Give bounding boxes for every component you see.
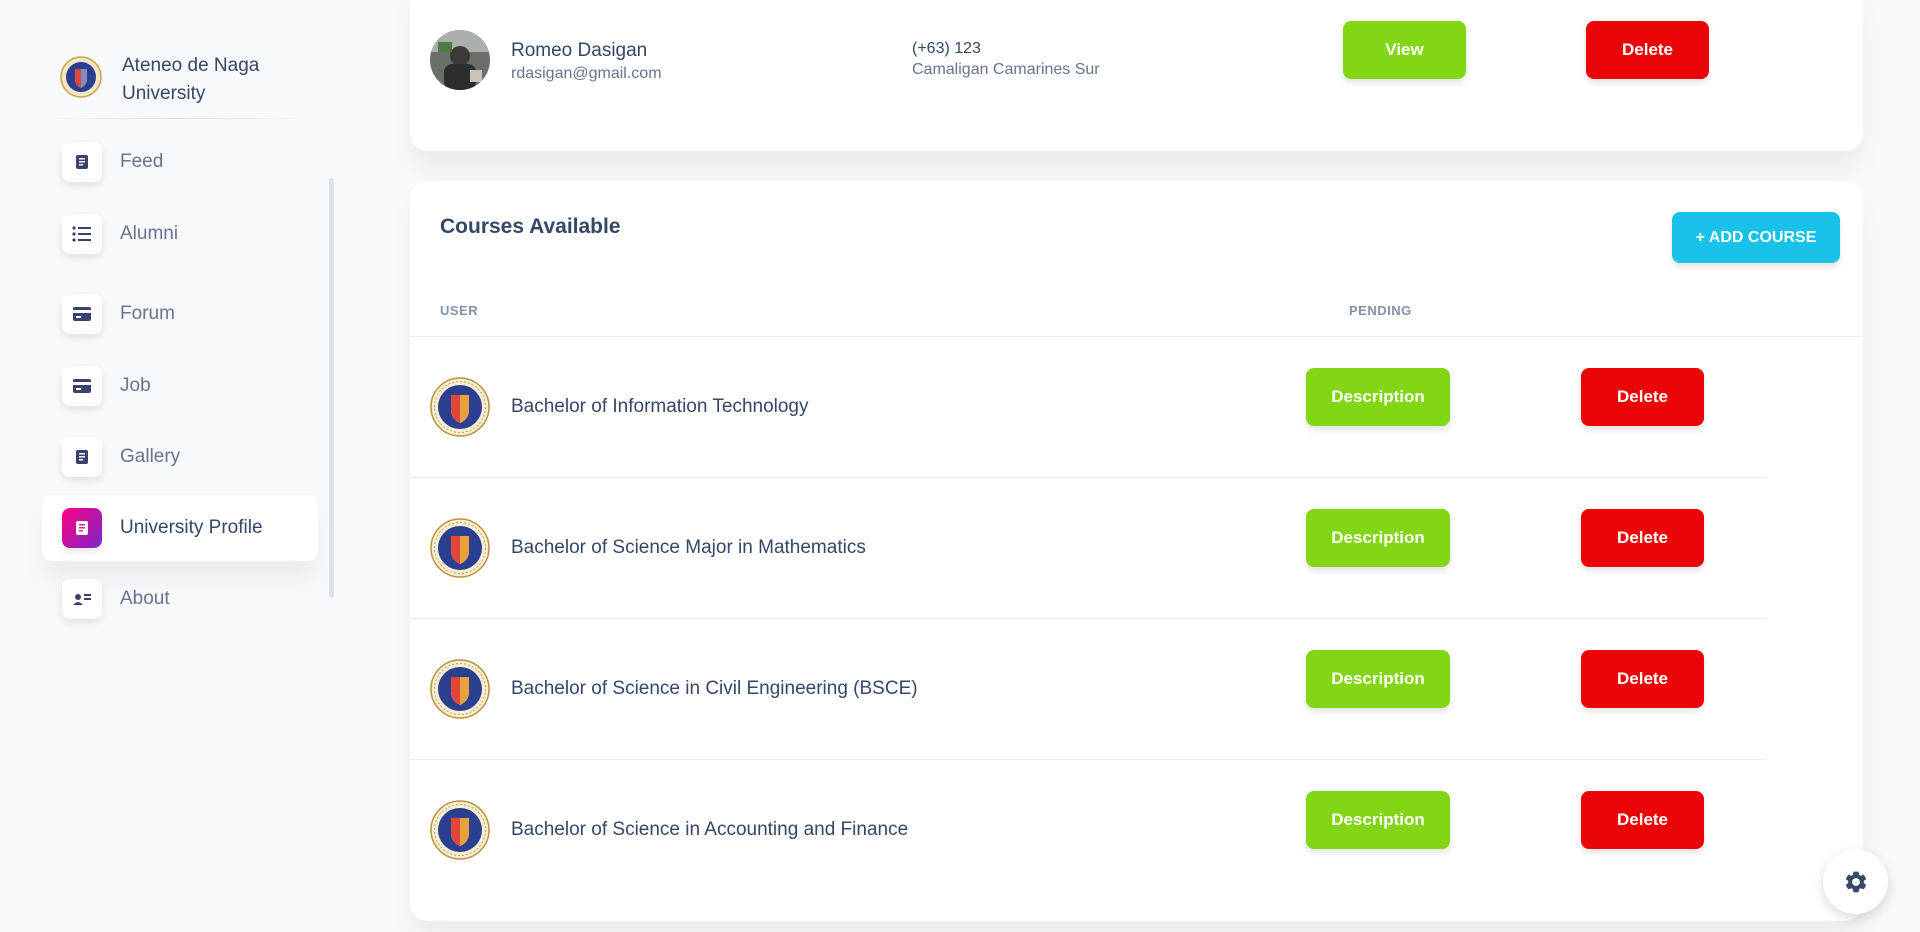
credit-card-icon [62,294,102,334]
contact-card-icon [62,579,102,619]
university-seal-icon [430,800,490,860]
sidebar-item-label: Gallery [120,446,181,467]
view-button[interactable]: View [1343,21,1466,79]
courses-card: Courses Available + ADD COURSE USER PEND… [410,181,1863,921]
settings-button[interactable] [1823,849,1888,914]
university-seal-logo [60,56,102,98]
brand[interactable]: Ateneo de Naga University [60,52,292,108]
sidebar-item-alumni[interactable]: Alumni [42,201,318,267]
sidebar-item-feed[interactable]: Feed [42,129,318,195]
document-icon [62,508,102,548]
sidebar-item-about[interactable]: About [42,566,318,632]
alumni-name: Romeo Dasigan [511,40,648,61]
sidebar-item-label: Forum [120,303,175,324]
avatar [430,30,490,90]
sidebar-item-label: Job [120,375,151,396]
brand-divider [40,118,310,119]
sidebar-scrollbar[interactable] [329,178,334,598]
delete-button[interactable]: Delete [1581,368,1704,426]
course-name: Bachelor of Information Technology [511,396,809,417]
description-button[interactable]: Description [1306,509,1450,567]
table-row: Bachelor of Science in Accounting and Fi… [410,760,1863,901]
column-header-pending: PENDING [1349,303,1412,318]
alumni-phone: (+63) 123 [912,40,981,57]
delete-button[interactable]: Delete [1586,21,1709,79]
gear-icon [1845,871,1866,892]
document-icon [62,142,102,182]
description-button[interactable]: Description [1306,791,1450,849]
table-row: Bachelor of Science in Civil Engineering… [410,619,1863,760]
list-icon [62,214,102,254]
sidebar-item-label: University Profile [120,517,263,538]
brand-name: Ateneo de Naga University [122,55,260,104]
table-row: Bachelor of Science Major in Mathematics… [410,478,1863,619]
table-row: Bachelor of Information Technology Descr… [410,337,1863,478]
add-course-button[interactable]: + ADD COURSE [1672,212,1840,263]
card-title: Courses Available [440,215,621,238]
credit-card-icon [62,366,102,406]
description-button[interactable]: Description [1306,650,1450,708]
sidebar-item-job[interactable]: Job [42,353,318,419]
sidebar-item-label: Feed [120,151,164,172]
description-button[interactable]: Description [1306,368,1450,426]
university-seal-icon [430,377,490,437]
university-seal-icon [430,518,490,578]
sidebar-item-gallery[interactable]: Gallery [42,424,318,490]
sidebar-item-forum[interactable]: Forum [42,281,318,347]
document-icon [62,437,102,477]
delete-button[interactable]: Delete [1581,650,1704,708]
sidebar-item-university-profile[interactable]: University Profile [42,495,318,561]
sidebar: Ateneo de Naga University Feed Alumni Fo… [0,0,340,932]
course-name: Bachelor of Science Major in Mathematics [511,537,866,558]
university-seal-icon [430,659,490,719]
course-name: Bachelor of Science in Civil Engineering… [511,678,918,699]
alumni-email: rdasigan@gmail.com [511,65,662,82]
course-name: Bachelor of Science in Accounting and Fi… [511,819,909,840]
alumni-address: Camaligan Camarines Sur [912,61,1100,78]
sidebar-item-label: About [120,588,170,609]
delete-button[interactable]: Delete [1581,509,1704,567]
column-header-user: USER [440,303,479,318]
delete-button[interactable]: Delete [1581,791,1704,849]
alumni-card: Romeo Dasigan rdasigan@gmail.com (+63) 1… [410,0,1863,151]
sidebar-item-label: Alumni [120,223,179,244]
